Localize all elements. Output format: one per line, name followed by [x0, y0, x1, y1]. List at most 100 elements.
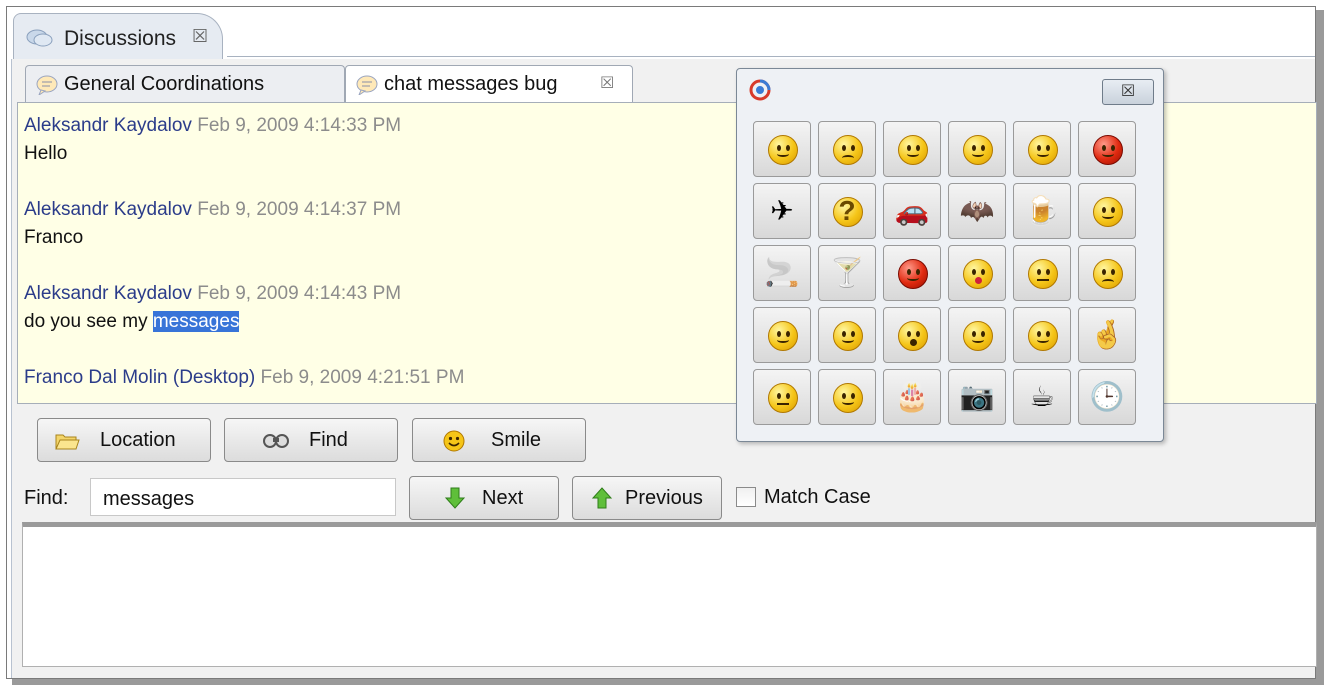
find-button[interactable]: Find [224, 418, 398, 462]
smiley-icon [443, 430, 465, 458]
emoticon-cell[interactable] [818, 307, 876, 363]
emoticon-cell[interactable] [1078, 121, 1136, 177]
blush-icon [768, 321, 798, 351]
emoticon-cell[interactable] [1013, 307, 1071, 363]
face-eye [842, 145, 846, 151]
face-mouth [842, 155, 854, 161]
airplane-icon: ✈ [770, 195, 794, 226]
face-mouth [907, 275, 919, 281]
face-eye [1111, 269, 1115, 275]
view-tabbar: Discussions ☒ [7, 7, 1315, 59]
tab-general-coordinations[interactable]: General Coordinations [25, 65, 345, 103]
emoticon-cell[interactable] [1013, 245, 1071, 301]
emoticon-cell[interactable]: ☕ [1013, 369, 1071, 425]
coffee-icon: ☕ [1029, 381, 1055, 412]
next-button[interactable]: Next [409, 476, 559, 520]
face-mouth [1037, 337, 1049, 343]
cigarette-icon: 🚬 [764, 257, 800, 288]
beer-icon: 🍺 [1024, 195, 1060, 226]
face-eye [907, 331, 911, 337]
emoticon-cell[interactable] [948, 121, 1006, 177]
message-author: Franco Dal Molin (Desktop) [24, 367, 256, 388]
face-mouth [1102, 279, 1114, 285]
find-label: Find: [24, 487, 69, 509]
emoticon-cell[interactable]: ? [818, 183, 876, 239]
match-case-checkbox[interactable] [736, 487, 756, 507]
face-eye [1037, 269, 1041, 275]
face-mouth [910, 339, 917, 346]
emoticon-cell[interactable] [1078, 245, 1136, 301]
emoticon-cell[interactable]: 🚗 [883, 183, 941, 239]
face-eye [851, 145, 855, 151]
emoticon-cell[interactable] [753, 307, 811, 363]
face-mouth [1037, 279, 1049, 281]
popup-close-button[interactable]: ☒ [1102, 79, 1154, 105]
message-input[interactable] [22, 522, 1317, 667]
emoticon-cell[interactable] [1013, 121, 1071, 177]
button-label: Next [482, 487, 524, 509]
find-input[interactable]: messages [90, 478, 396, 516]
emoticon-cell[interactable]: 🎂 [883, 369, 941, 425]
message-date: Feb 9, 2009 4:14:43 PM [197, 283, 402, 304]
emoticon-cell[interactable] [753, 121, 811, 177]
emoticon-cell[interactable]: 🤞 [1078, 307, 1136, 363]
previous-button[interactable]: Previous [572, 476, 722, 520]
emoticon-cell[interactable] [948, 307, 1006, 363]
tab-label: General Coordinations [64, 73, 265, 95]
emoticon-cell[interactable]: 📷 [948, 369, 1006, 425]
emoticon-cell[interactable]: 🍸 [818, 245, 876, 301]
binoculars-icon [261, 430, 291, 456]
chat-message: Aleksandr Kaydalov Feb 9, 2009 4:14:37 P… [24, 199, 401, 249]
tongue-icon [963, 321, 993, 351]
face-mouth [777, 403, 789, 405]
emoticon-cell[interactable]: 🚬 [753, 245, 811, 301]
emoticon-cell[interactable] [753, 369, 811, 425]
message-text-plain: do you see my [24, 311, 153, 332]
face-eye [786, 393, 790, 399]
emoticon-cell[interactable]: 🦇 [948, 183, 1006, 239]
view-title: Discussions [64, 27, 177, 50]
nerd-icon [1028, 321, 1058, 351]
tab-chat-messages-bug[interactable]: chat messages bug ☒ [345, 65, 633, 105]
emoticon-cell[interactable]: 🕒 [1078, 369, 1136, 425]
chat-bubble-icon [36, 75, 58, 100]
message-text: do you see my messages [24, 311, 401, 333]
cool-glasses-icon [963, 135, 993, 165]
message-date: Feb 9, 2009 4:14:33 PM [197, 115, 402, 136]
message-author: Aleksandr Kaydalov [24, 283, 192, 304]
devil-icon [898, 259, 928, 289]
sad-icon [833, 135, 863, 165]
tab-label: chat messages bug [384, 73, 558, 95]
search-highlight: messages [152, 311, 240, 332]
face-mouth [777, 151, 789, 157]
view-close-icon[interactable]: ☒ [192, 26, 208, 47]
emoticon-cell[interactable] [883, 307, 941, 363]
tab-close-icon[interactable]: ☒ [600, 73, 614, 93]
view-tab-discussions[interactable]: Discussions ☒ [13, 13, 223, 59]
emoticon-cell[interactable] [818, 369, 876, 425]
button-label: Find [309, 429, 348, 451]
face-mouth [1037, 151, 1049, 157]
emoticon-popup: ☒ ✈? 🚗 🦇 🍺 🚬 🍸 🤞 🎂 📷 ☕ 🕒 [736, 68, 1164, 442]
wink-icon [898, 135, 928, 165]
emoticon-cell[interactable] [818, 121, 876, 177]
emoticon-cell[interactable] [883, 245, 941, 301]
face-eye [1046, 269, 1050, 275]
emoticon-cell[interactable] [1078, 183, 1136, 239]
button-label: Smile [491, 429, 542, 451]
message-text: Hello [24, 143, 68, 164]
app-logo-icon [749, 79, 771, 106]
face-eye [916, 331, 920, 337]
angry-icon [1093, 135, 1123, 165]
emoticon-cell[interactable] [948, 245, 1006, 301]
surprised-icon [898, 321, 928, 351]
discussions-icon [26, 28, 54, 53]
emoticon-cell[interactable]: 🍺 [1013, 183, 1071, 239]
emoticon-cell[interactable] [883, 121, 941, 177]
chat-message: Aleksandr Kaydalov Feb 9, 2009 4:14:33 P… [24, 115, 401, 165]
emoticon-cell[interactable]: ✈ [753, 183, 811, 239]
location-button[interactable]: Location [37, 418, 211, 462]
arrow-down-icon [444, 486, 466, 516]
face-mouth [972, 151, 984, 157]
smile-button[interactable]: Smile [412, 418, 586, 462]
